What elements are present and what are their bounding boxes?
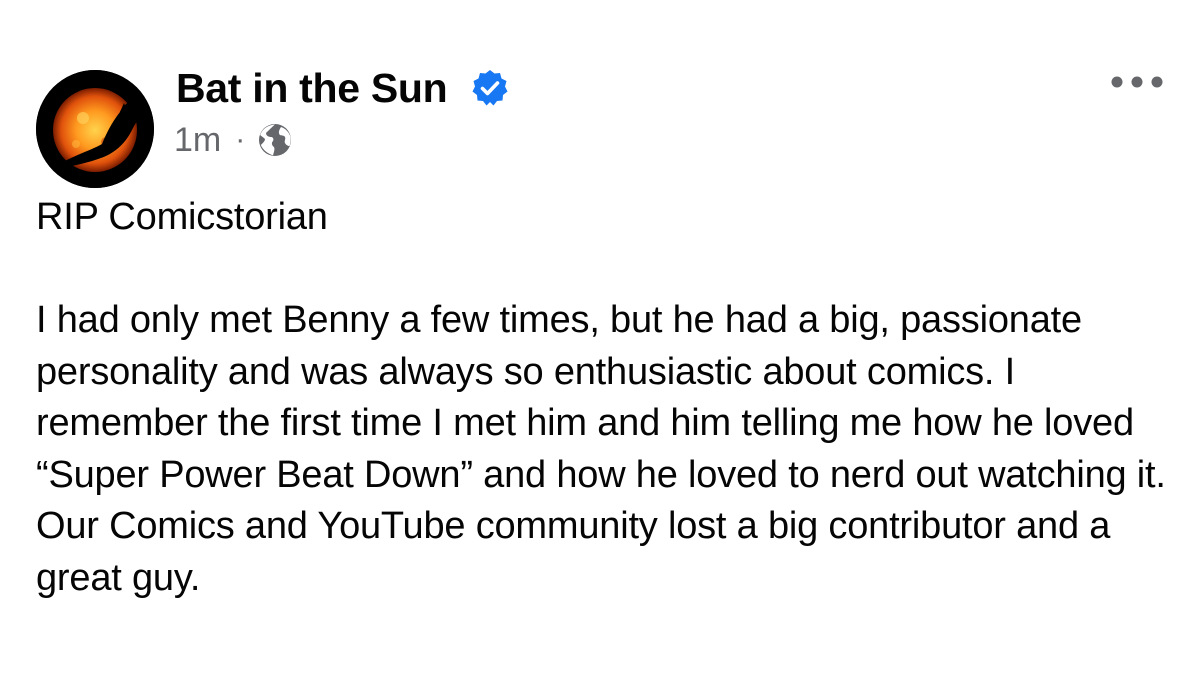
author-avatar[interactable] bbox=[36, 70, 154, 188]
post-headline: RIP Comicstorian bbox=[36, 196, 328, 238]
post-timestamp[interactable]: 1m bbox=[174, 118, 221, 162]
bat-sun-logo-icon bbox=[36, 70, 154, 188]
post-text: RIP Comicstorian I had only met Benny a … bbox=[36, 192, 1166, 604]
verified-badge-icon bbox=[472, 70, 508, 106]
post-body: I had only met Benny a few times, but he… bbox=[36, 299, 1166, 599]
more-options-button[interactable] bbox=[1106, 62, 1168, 102]
post-meta: 1m · bbox=[174, 118, 293, 162]
more-options-icon bbox=[1111, 76, 1163, 88]
globe-icon[interactable] bbox=[257, 122, 293, 158]
meta-separator: · bbox=[235, 123, 246, 156]
author-name[interactable]: Bat in the Sun bbox=[176, 62, 448, 114]
facebook-post: Bat in the Sun 1m · RIP Comicstorian I h… bbox=[0, 0, 1200, 674]
